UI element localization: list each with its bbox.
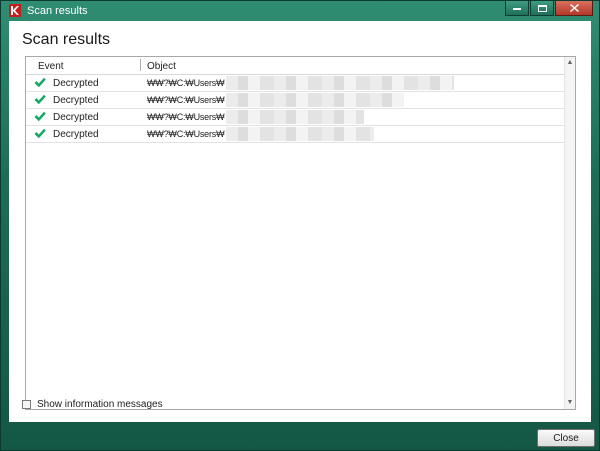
minimize-button[interactable]: [505, 1, 529, 16]
close-button[interactable]: Close: [537, 429, 595, 447]
object-cell: ₩₩?₩C:₩Users₩: [147, 112, 225, 122]
show-info-checkbox[interactable]: [22, 400, 31, 409]
object-cell: ₩₩?₩C:₩Users₩: [147, 95, 225, 105]
checkmark-icon: [34, 94, 46, 105]
dialog-content: Scan results Event Object Decrypted ₩₩?₩…: [9, 21, 591, 422]
event-cell: Decrypted: [53, 129, 99, 140]
page-title: Scan results: [22, 31, 111, 48]
table-row[interactable]: Decrypted ₩₩?₩C:₩Users₩: [26, 75, 566, 92]
list-header: Event Object: [26, 57, 566, 75]
title-bar[interactable]: Scan results: [1, 1, 599, 21]
object-cell: ₩₩?₩C:₩Users₩: [147, 78, 225, 88]
checkmark-icon: [34, 128, 46, 139]
table-row[interactable]: Decrypted ₩₩?₩C:₩Users₩: [26, 92, 566, 109]
vertical-scrollbar[interactable]: ▲ ▼: [564, 57, 575, 409]
show-info-label: Show information messages: [37, 399, 163, 410]
redacted-path: [226, 93, 404, 107]
scroll-down-arrow-icon[interactable]: ▼: [566, 399, 574, 407]
event-cell: Decrypted: [53, 95, 99, 106]
column-separator[interactable]: [140, 59, 141, 71]
redacted-path: [226, 110, 364, 124]
column-header-object[interactable]: Object: [147, 61, 176, 72]
maximize-icon: [537, 4, 547, 12]
column-header-event[interactable]: Event: [38, 61, 64, 72]
object-cell: ₩₩?₩C:₩Users₩: [147, 129, 225, 139]
minimize-icon: [513, 7, 521, 10]
close-window-button[interactable]: [555, 1, 593, 16]
redacted-path: [226, 76, 454, 90]
scan-results-window: Scan results Scan results Event Object D: [0, 0, 600, 451]
table-row[interactable]: Decrypted ₩₩?₩C:₩Users₩: [26, 109, 566, 126]
checkmark-icon: [34, 77, 46, 88]
show-info-option[interactable]: Show information messages: [22, 399, 163, 410]
redacted-path: [226, 127, 374, 141]
scan-results-list[interactable]: Event Object Decrypted ₩₩?₩C:₩Users₩ Dec…: [25, 56, 576, 410]
event-cell: Decrypted: [53, 78, 99, 89]
kaspersky-k-icon: [9, 4, 21, 17]
window-controls: [504, 1, 593, 17]
event-cell: Decrypted: [53, 112, 99, 123]
table-row[interactable]: Decrypted ₩₩?₩C:₩Users₩: [26, 126, 566, 143]
close-icon: [569, 4, 579, 12]
window-title: Scan results: [27, 5, 88, 17]
maximize-button[interactable]: [530, 1, 554, 16]
checkmark-icon: [34, 111, 46, 122]
scroll-up-arrow-icon[interactable]: ▲: [566, 59, 574, 67]
